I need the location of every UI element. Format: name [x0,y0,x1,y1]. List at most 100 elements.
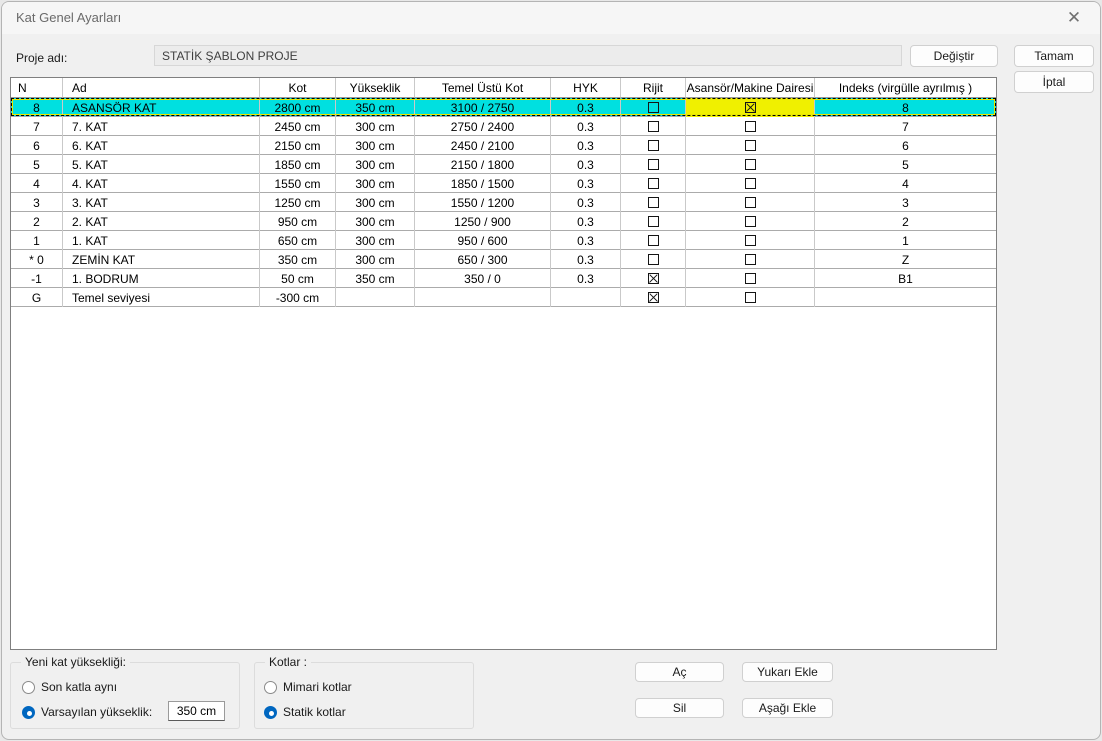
cell-temel_ustu_kot: 1250 / 900 [415,212,551,231]
column-header-ad[interactable]: Ad [63,78,260,98]
rijit-checkbox[interactable] [648,235,659,246]
radio-same-as-last-floor[interactable]: Son katla aynı [22,680,117,694]
cell-ad: 1. BODRUM [63,269,260,288]
cell-indeks [815,288,996,307]
column-header-asansor-makine[interactable]: Asansör/Makine Dairesi [686,78,815,98]
table-row[interactable]: 77. KAT2450 cm300 cm2750 / 24000.37 [11,117,996,136]
asansor_makine-checkbox[interactable] [745,292,756,303]
asansor_makine-checkbox[interactable] [745,235,756,246]
cell-rijit [621,212,686,231]
table-row[interactable]: -11. BODRUM50 cm350 cm350 / 00.3B1 [11,269,996,288]
radio-icon[interactable] [264,681,277,694]
rijit-checkbox[interactable] [648,159,659,170]
radio-icon[interactable] [22,681,35,694]
radio-label: Son katla aynı [41,680,117,694]
cancel-button[interactable]: İptal [1014,71,1094,93]
close-icon[interactable]: ✕ [1062,6,1086,30]
table-row[interactable]: 66. KAT2150 cm300 cm2450 / 21000.36 [11,136,996,155]
cell-ad: 3. KAT [63,193,260,212]
cell-n: 5 [11,155,63,174]
cell-temel_ustu_kot: 350 / 0 [415,269,551,288]
cell-indeks: 3 [815,193,996,212]
project-name-field[interactable]: STATİK ŞABLON PROJE [154,45,902,66]
open-button[interactable]: Aç [635,662,724,682]
asansor_makine-checkbox[interactable] [745,159,756,170]
floor-settings-dialog: Kat Genel Ayarları ✕ Proje adı: STATİK Ş… [1,1,1101,740]
cell-asansor_makine [686,250,815,269]
rijit-checkbox[interactable] [648,216,659,227]
radio-icon[interactable] [22,706,35,719]
cell-kot: 50 cm [260,269,336,288]
table-row[interactable]: 8ASANSÖR KAT2800 cm350 cm3100 / 27500.38 [11,98,996,117]
cell-asansor_makine [686,231,815,250]
column-header-yukseklik[interactable]: Yükseklik [336,78,415,98]
asansor_makine-checkbox[interactable] [745,102,756,113]
asansor_makine-checkbox[interactable] [745,140,756,151]
table-row[interactable]: 11. KAT650 cm300 cm950 / 6000.31 [11,231,996,250]
cell-kot: 350 cm [260,250,336,269]
cell-ad: 7. KAT [63,117,260,136]
cell-asansor_makine [686,136,815,155]
cell-indeks: 5 [815,155,996,174]
radio-default-height[interactable]: Varsayılan yükseklik: [22,705,152,719]
column-header-hyk[interactable]: HYK [551,78,621,98]
rijit-checkbox[interactable] [648,197,659,208]
cell-hyk: 0.3 [551,155,621,174]
rijit-checkbox[interactable] [648,178,659,189]
change-button[interactable]: Değiştir [910,45,998,67]
table-row[interactable]: 55. KAT1850 cm300 cm2150 / 18000.35 [11,155,996,174]
rijit-checkbox[interactable] [648,273,659,284]
asansor_makine-checkbox[interactable] [745,216,756,227]
rijit-checkbox[interactable] [648,254,659,265]
cell-yukseklik: 300 cm [336,231,415,250]
cell-temel_ustu_kot: 2450 / 2100 [415,136,551,155]
cell-n: 7 [11,117,63,136]
rijit-checkbox[interactable] [648,121,659,132]
ok-button[interactable]: Tamam [1014,45,1094,67]
asansor_makine-checkbox[interactable] [745,197,756,208]
table-header-row: N Ad Kot Yükseklik Temel Üstü Kot HYK Ri… [11,78,996,98]
column-header-indeks[interactable]: Indeks (virgülle ayrılmış ) [815,78,996,98]
cell-yukseklik: 300 cm [336,250,415,269]
asansor_makine-checkbox[interactable] [745,273,756,284]
cell-rijit [621,136,686,155]
radio-architectural-levels[interactable]: Mimari kotlar [264,680,352,694]
cell-ad: ZEMİN KAT [63,250,260,269]
cell-asansor_makine [686,98,815,117]
cell-yukseklik: 300 cm [336,193,415,212]
cell-yukseklik: 350 cm [336,98,415,117]
cell-indeks: 4 [815,174,996,193]
asansor_makine-checkbox[interactable] [745,254,756,265]
column-header-kot[interactable]: Kot [260,78,336,98]
table-row[interactable]: GTemel seviyesi-300 cm [11,288,996,307]
rijit-checkbox[interactable] [648,140,659,151]
delete-button[interactable]: Sil [635,698,724,718]
rijit-checkbox[interactable] [648,292,659,303]
cell-temel_ustu_kot: 1550 / 1200 [415,193,551,212]
cell-n: -1 [11,269,63,288]
asansor_makine-checkbox[interactable] [745,121,756,132]
radio-icon[interactable] [264,706,277,719]
default-height-input[interactable]: 350 cm [168,701,225,721]
table-row[interactable]: * 0ZEMİN KAT350 cm300 cm650 / 3000.3Z [11,250,996,269]
add-above-button[interactable]: Yukarı Ekle [742,662,833,682]
cell-ad: 1. KAT [63,231,260,250]
column-header-rijit[interactable]: Rijit [621,78,686,98]
cell-hyk: 0.3 [551,98,621,117]
radio-static-levels[interactable]: Statik kotlar [264,705,346,719]
project-name-label: Proje adı: [16,51,67,65]
column-header-n[interactable]: N [11,78,63,98]
asansor_makine-checkbox[interactable] [745,178,756,189]
cell-temel_ustu_kot: 2150 / 1800 [415,155,551,174]
cell-ad: Temel seviyesi [63,288,260,307]
table-row[interactable]: 33. KAT1250 cm300 cm1550 / 12000.33 [11,193,996,212]
cell-n: G [11,288,63,307]
cell-temel_ustu_kot: 2750 / 2400 [415,117,551,136]
table-row[interactable]: 22. KAT950 cm300 cm1250 / 9000.32 [11,212,996,231]
rijit-checkbox[interactable] [648,102,659,113]
cell-n: 6 [11,136,63,155]
column-header-temel-ustu-kot[interactable]: Temel Üstü Kot [415,78,551,98]
table-row[interactable]: 44. KAT1550 cm300 cm1850 / 15000.34 [11,174,996,193]
add-below-button[interactable]: Aşağı Ekle [742,698,833,718]
cell-indeks: 8 [815,98,996,117]
